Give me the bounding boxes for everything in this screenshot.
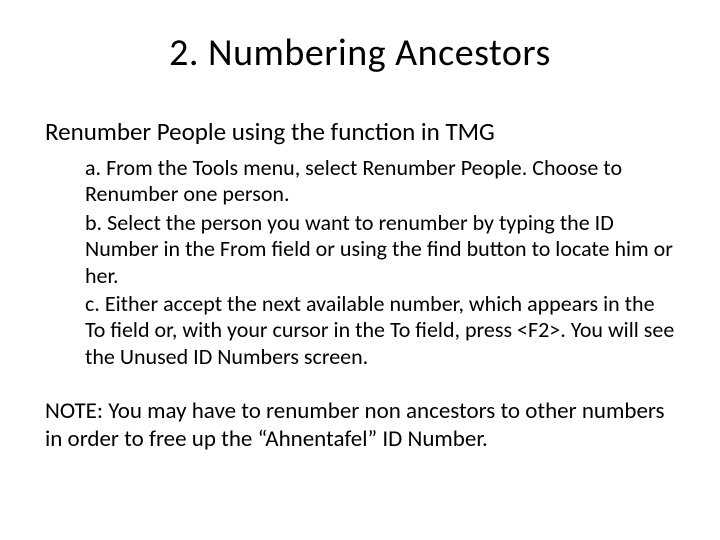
step-b: b. Select the person you want to renumbe… — [85, 210, 675, 289]
steps-list: a. From the Tools menu, select Renumber … — [45, 155, 675, 370]
step-a: a. From the Tools menu, select Renumber … — [85, 155, 675, 208]
note-text: NOTE: You may have to renumber non ances… — [45, 398, 675, 453]
step-c: c. Either accept the next available numb… — [85, 291, 675, 370]
section-heading: Renumber People using the function in TM… — [45, 116, 675, 147]
slide-title: 2. Numbering Ancestors — [45, 30, 675, 76]
